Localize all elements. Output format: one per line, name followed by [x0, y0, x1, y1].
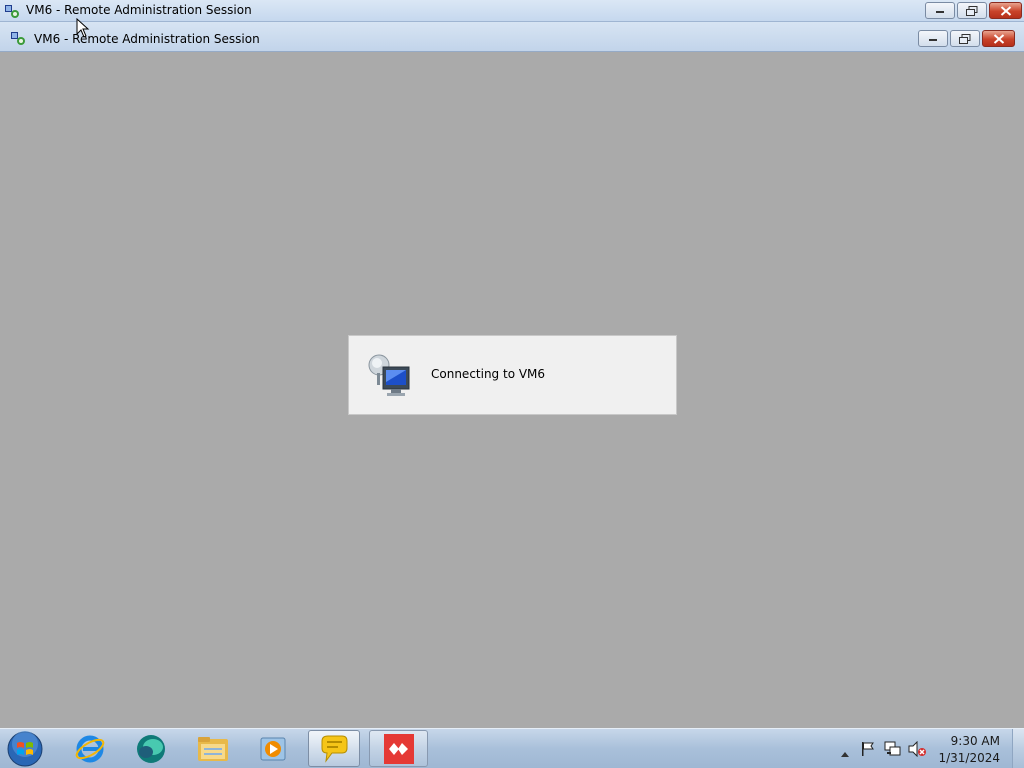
- show-desktop-button[interactable]: [1012, 729, 1024, 768]
- clock-time[interactable]: 9:30 AM: [951, 734, 1000, 748]
- remote-admin-icon: [4, 3, 20, 19]
- file-explorer-icon: [198, 736, 228, 761]
- media-player-icon: [260, 737, 286, 760]
- network-icon[interactable]: [884, 741, 902, 761]
- inner-close-button[interactable]: [982, 30, 1015, 47]
- remote-desktop-area[interactable]: Connecting to VM6: [0, 53, 1024, 728]
- outer-minimize-button[interactable]: [925, 2, 955, 19]
- chat-bubble-icon: [321, 735, 348, 763]
- outer-caption-buttons: [925, 2, 1022, 19]
- remote-admin-app-icon: [137, 734, 165, 763]
- remote-admin-icon: [10, 30, 26, 46]
- outer-restore-button[interactable]: [957, 2, 987, 19]
- clock-date[interactable]: 1/31/2024: [938, 751, 1000, 765]
- taskbar-file-explorer[interactable]: [185, 730, 241, 767]
- inner-window-titlebar[interactable]: VM6 - Remote Administration Session: [0, 22, 1024, 52]
- volume-muted-icon[interactable]: [908, 740, 926, 761]
- anydesk-icon: [383, 733, 414, 764]
- outer-window-titlebar[interactable]: VM6 - Remote Administration Session: [0, 0, 1024, 22]
- outer-close-button[interactable]: [989, 2, 1022, 19]
- taskbar-media-player[interactable]: [245, 730, 301, 767]
- inner-window-title: VM6 - Remote Administration Session: [34, 32, 260, 46]
- connecting-message: Connecting to VM6: [431, 367, 546, 381]
- taskbar-anydesk[interactable]: [369, 730, 428, 767]
- mouse-cursor-icon: [76, 18, 90, 38]
- inner-restore-button[interactable]: [950, 30, 980, 47]
- windows-start-icon: [7, 731, 43, 767]
- taskbar: 9:30 AM 1/31/2024: [0, 728, 1024, 768]
- inner-minimize-button[interactable]: [918, 30, 948, 47]
- connecting-dialog: Connecting to VM6: [348, 335, 677, 415]
- taskbar-chat-app[interactable]: [308, 730, 360, 767]
- start-button[interactable]: [5, 730, 45, 768]
- inner-caption-buttons: [918, 30, 1015, 47]
- network-computer-icon: [367, 351, 413, 401]
- taskbar-internet-explorer[interactable]: [62, 730, 118, 767]
- system-tray: 9:30 AM 1/31/2024: [834, 729, 1024, 768]
- show-hidden-icons-chevron[interactable]: [840, 743, 850, 762]
- action-center-flag-icon[interactable]: [860, 741, 876, 761]
- taskbar-remote-admin-app[interactable]: [123, 730, 179, 767]
- internet-explorer-icon: [75, 735, 105, 762]
- outer-window-title: VM6 - Remote Administration Session: [26, 3, 252, 17]
